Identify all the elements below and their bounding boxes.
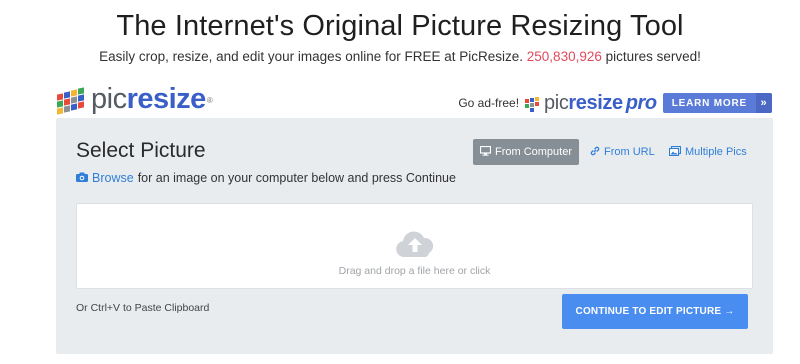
learn-more-label: LEARN MORE bbox=[671, 97, 747, 109]
learn-more-button[interactable]: LEARN MORE » bbox=[662, 93, 772, 113]
tab-from-url-label: From URL bbox=[604, 146, 655, 158]
tab-from-computer-label: From Computer bbox=[494, 146, 573, 158]
camera-icon bbox=[76, 171, 88, 185]
file-dropzone[interactable]: Drag and drop a file here or click bbox=[76, 203, 753, 289]
tab-multiple-pics-label: Multiple Pics bbox=[685, 146, 747, 158]
pro-pic: pic bbox=[544, 91, 569, 114]
tab-from-url[interactable]: From URL bbox=[590, 139, 655, 165]
browse-instructions: Browse for an image on your computer bel… bbox=[76, 171, 456, 185]
tab-multiple-pics[interactable]: Multiple Pics bbox=[668, 139, 747, 165]
paste-clipboard-hint: Or Ctrl+V to Paste Clipboard bbox=[76, 302, 210, 314]
logo-mark-icon bbox=[57, 84, 87, 115]
picresize-logo[interactable]: picresize® bbox=[57, 83, 213, 115]
desktop-icon bbox=[479, 145, 492, 159]
images-icon bbox=[668, 145, 682, 159]
page-subtitle: Easily crop, resize, and edit your image… bbox=[0, 49, 800, 64]
pictures-count: 250,830,926 bbox=[526, 49, 602, 64]
page-title: The Internet's Original Picture Resizing… bbox=[116, 10, 684, 42]
logo-pic: pic bbox=[91, 83, 127, 115]
dropzone-text: Drag and drop a file here or click bbox=[338, 265, 491, 277]
pro-label: pro bbox=[625, 91, 657, 114]
logo-reg: ® bbox=[206, 96, 213, 105]
panel-title: Select Picture bbox=[76, 139, 206, 162]
link-icon bbox=[590, 146, 600, 159]
cloud-upload-icon bbox=[396, 231, 434, 257]
picresize-pro-logo[interactable]: picresize pro bbox=[544, 92, 657, 115]
continue-button[interactable]: CONTINUE TO EDIT PICTURE → bbox=[562, 294, 748, 329]
go-ad-free-text: Go ad-free! bbox=[458, 96, 520, 110]
ad-free-banner[interactable]: Go ad-free! picresize pro LEARN MORE » bbox=[458, 91, 772, 115]
subtitle-text: Easily crop, resize, and edit your image… bbox=[99, 49, 524, 64]
chevron-right-icon: » bbox=[756, 93, 772, 113]
select-picture-panel: Select Picture From Computer From URL Mu… bbox=[56, 118, 773, 354]
pro-resize: resize bbox=[568, 91, 623, 114]
logo-resize: resize bbox=[126, 83, 207, 115]
pro-logo-mark-icon bbox=[525, 95, 541, 112]
browse-link[interactable]: Browse bbox=[92, 171, 134, 185]
logo-wordmark: picresize® bbox=[91, 83, 213, 115]
subtitle-suffix: pictures served! bbox=[605, 49, 701, 64]
tab-from-computer[interactable]: From Computer bbox=[473, 139, 579, 165]
browse-text: for an image on your computer below and … bbox=[137, 171, 456, 185]
